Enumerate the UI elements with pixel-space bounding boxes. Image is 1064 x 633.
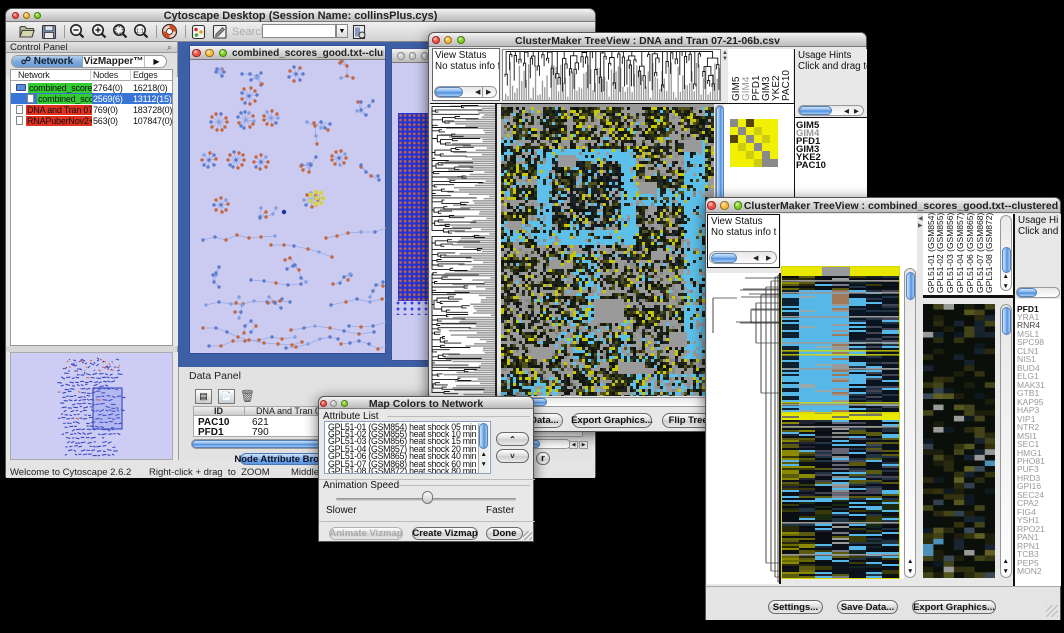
svg-text:1:1: 1:1 [136, 28, 144, 34]
